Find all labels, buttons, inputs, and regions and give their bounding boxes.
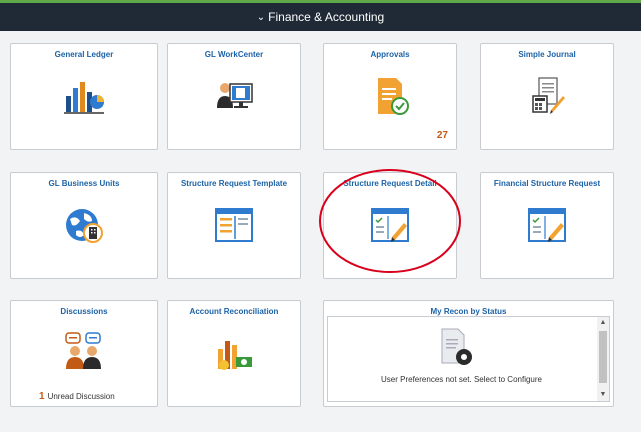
approval-document-icon <box>368 74 412 118</box>
tile-structure-request-detail[interactable]: Structure Request Detail <box>323 172 457 279</box>
scroll-thumb[interactable] <box>599 331 607 383</box>
tile-my-recon-by-status[interactable]: My Recon by Status User Preferences not … <box>323 300 614 407</box>
page-header[interactable]: ⌄ Finance & Accounting <box>0 3 641 31</box>
recon-content-panel[interactable]: User Preferences not set. Select to Conf… <box>327 316 610 402</box>
tile-financial-structure-request[interactable]: Financial Structure Request <box>480 172 614 279</box>
tile-simple-journal[interactable]: Simple Journal <box>480 43 614 150</box>
tile-title: Financial Structure Request <box>493 179 601 188</box>
scroll-down-arrow-icon[interactable]: ▼ <box>597 389 609 401</box>
tile-structure-request-template[interactable]: Structure Request Template <box>167 172 301 279</box>
form-edit-icon <box>368 203 412 247</box>
scroll-up-arrow-icon[interactable]: ▲ <box>597 317 609 329</box>
recon-scrollbar[interactable]: ▲ ▼ <box>597 317 609 401</box>
tile-title: Structure Request Detail <box>343 179 437 188</box>
user-monitor-icon <box>212 74 256 118</box>
tile-title: Account Reconciliation <box>189 307 279 316</box>
unread-count: 1 <box>39 391 45 402</box>
form-edit-icon <box>525 203 569 247</box>
journal-calculator-icon <box>525 74 569 118</box>
approvals-count-badge: 27 <box>436 130 448 141</box>
tile-gl-workcenter[interactable]: GL WorkCenter <box>167 43 301 150</box>
tile-title: Discussions <box>60 307 108 316</box>
page-title: Finance & Accounting <box>268 10 385 24</box>
unread-label: Unread Discussion <box>47 392 115 401</box>
tile-title: Approvals <box>370 50 410 59</box>
tile-title: Structure Request Template <box>180 179 288 188</box>
tile-approvals[interactable]: Approvals 27 <box>323 43 457 150</box>
tile-title: My Recon by Status <box>430 307 507 316</box>
unread-discussion-indicator: 1 Unread Discussion <box>39 391 115 402</box>
recon-message: User Preferences not set. Select to Conf… <box>381 375 542 384</box>
tile-discussions[interactable]: Discussions 1 Unread Discussion <box>10 300 158 407</box>
settings-document-icon <box>436 327 476 367</box>
tile-title: General Ledger <box>54 50 114 59</box>
tile-title: GL Business Units <box>48 179 120 188</box>
globe-building-icon <box>62 203 106 247</box>
reconciliation-chart-icon <box>212 331 256 375</box>
chevron-down-icon: ⌄ <box>256 11 266 23</box>
tile-title: GL WorkCenter <box>204 50 264 59</box>
form-template-icon <box>212 203 256 247</box>
tile-gl-business-units[interactable]: GL Business Units <box>10 172 158 279</box>
chat-people-icon <box>62 331 106 375</box>
bar-chart-icon <box>62 74 106 118</box>
tile-general-ledger[interactable]: General Ledger <box>10 43 158 150</box>
tile-account-reconciliation[interactable]: Account Reconciliation <box>167 300 301 407</box>
tile-title: Simple Journal <box>518 50 576 59</box>
